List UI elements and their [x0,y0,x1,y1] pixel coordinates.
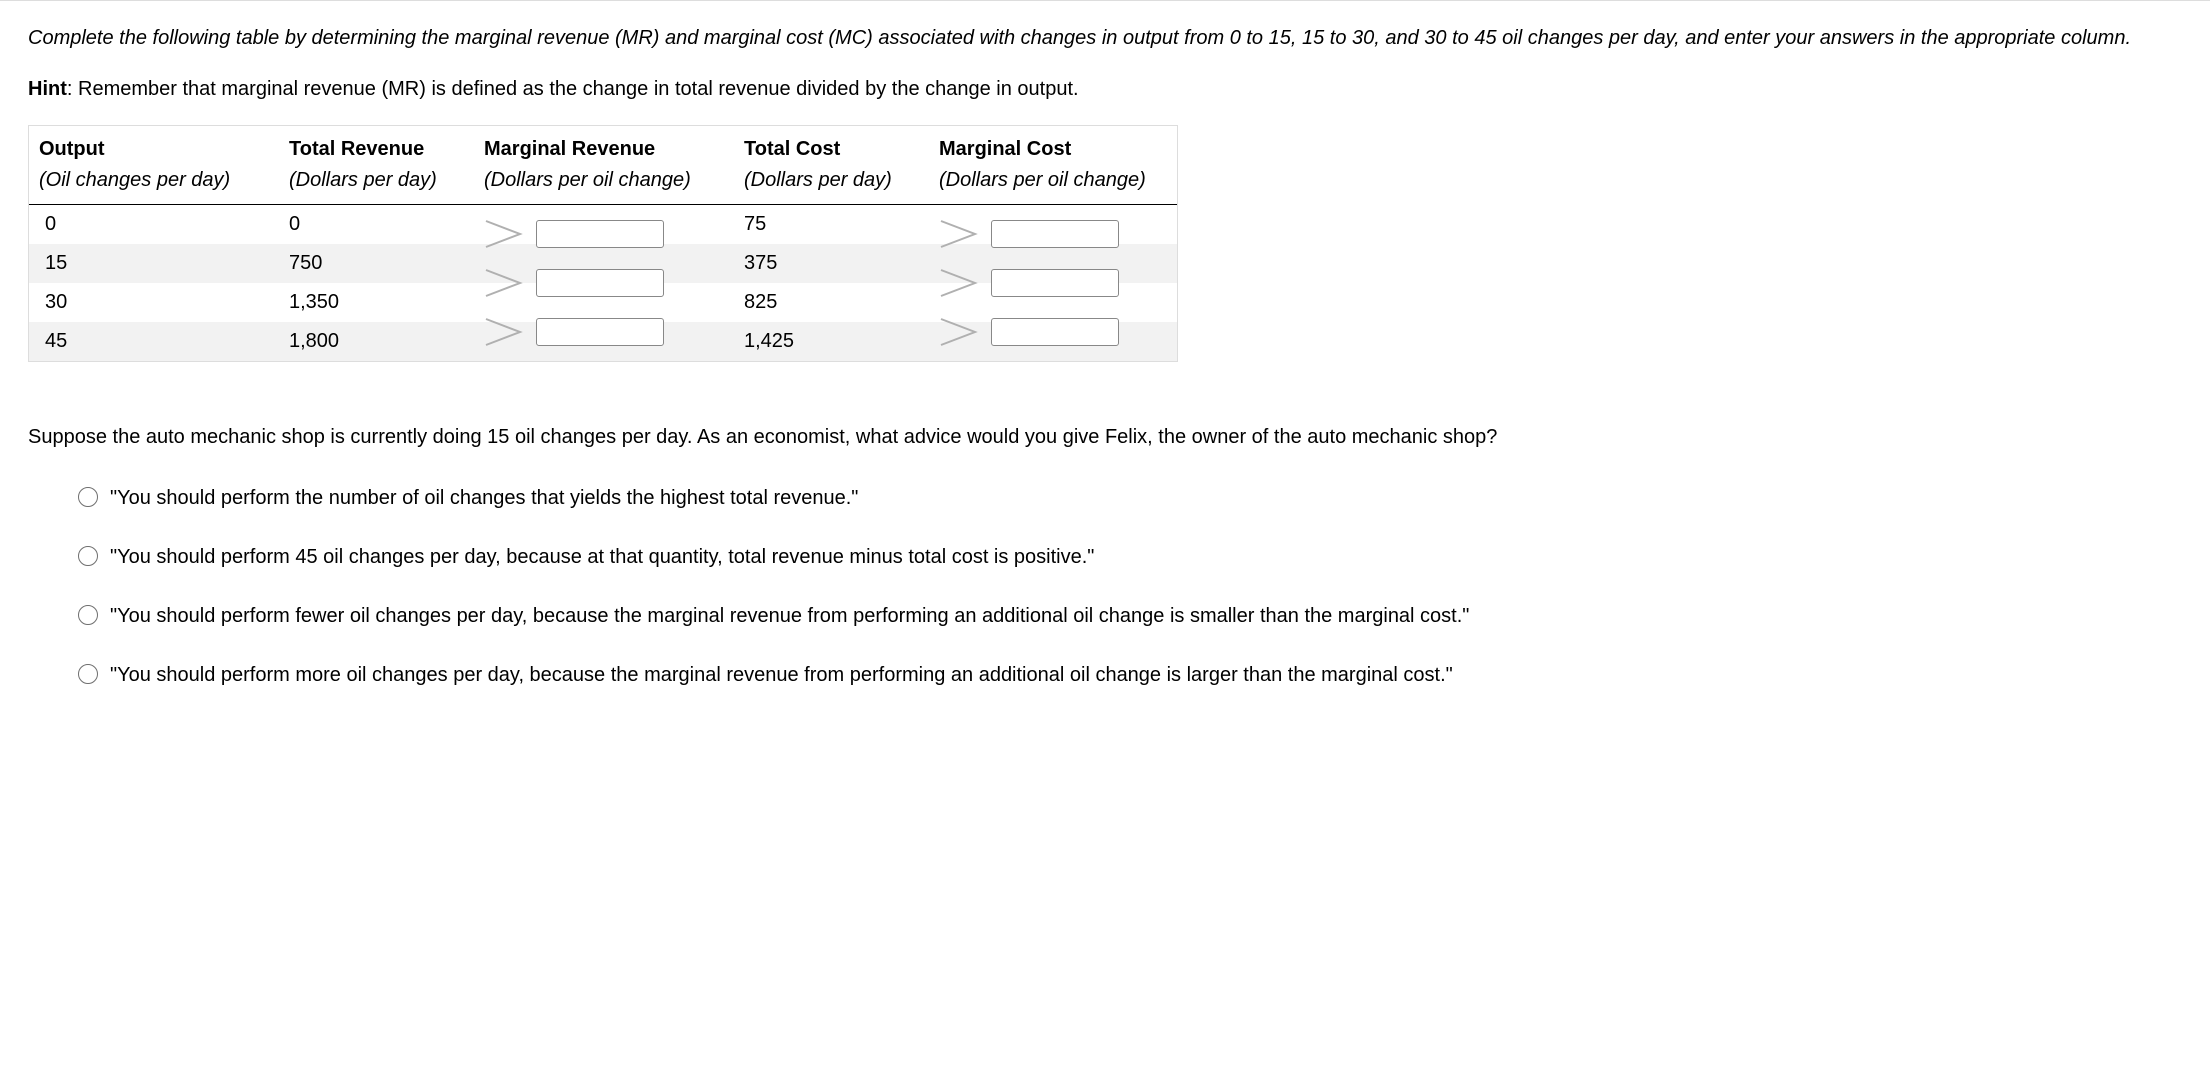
options-group: "You should perform the number of oil ch… [28,483,2182,691]
col-mr-unit: (Dollars per oil change) [484,165,744,196]
col-tc-title: Total Cost [744,134,939,165]
option-label: "You should perform the number of oil ch… [110,483,2182,514]
mr-input-group [484,205,734,361]
mc-input-2[interactable] [991,318,1119,346]
option-1[interactable]: "You should perform 45 oil changes per d… [78,542,2182,573]
cell-tr: 0 [289,209,484,240]
option-2[interactable]: "You should perform fewer oil changes pe… [78,601,2182,632]
mc-input-group [939,205,1179,361]
table-header-row: Output (Oil changes per day) Total Reven… [29,126,1177,205]
cell-tr: 1,350 [289,287,484,318]
col-output-unit: (Oil changes per day) [39,165,289,196]
mr-input-0[interactable] [536,220,664,248]
arrow-right-icon [484,268,528,298]
cell-tr: 1,800 [289,326,484,357]
mr-input-2[interactable] [536,318,664,346]
radio-icon[interactable] [78,605,98,625]
hint-label: Hint [28,78,67,100]
col-mr-title: Marginal Revenue [484,134,744,165]
mr-input-1[interactable] [536,269,664,297]
radio-icon[interactable] [78,546,98,566]
cell-output: 0 [39,209,289,240]
arrow-right-icon [484,219,528,249]
arrow-right-icon [939,317,983,347]
radio-icon[interactable] [78,664,98,684]
col-tr-title: Total Revenue [289,134,484,165]
col-mc-unit: (Dollars per oil change) [939,165,1167,196]
arrow-right-icon [939,268,983,298]
cell-tc: 375 [744,248,939,279]
arrow-right-icon [939,219,983,249]
cell-output: 45 [39,326,289,357]
cell-output: 30 [39,287,289,318]
col-tr-unit: (Dollars per day) [289,165,484,196]
data-table: Output (Oil changes per day) Total Reven… [28,125,1178,362]
cell-tc: 75 [744,209,939,240]
table-body: 0 0 75 15 750 375 30 1,350 825 45 1,800 … [29,205,1177,361]
option-3[interactable]: "You should perform more oil changes per… [78,660,2182,691]
cell-tr: 750 [289,248,484,279]
instructions-text: Complete the following table by determin… [28,23,2182,54]
hint-line: Hint: Remember that marginal revenue (MR… [28,74,2182,105]
cell-tc: 1,425 [744,326,939,357]
col-output-title: Output [39,134,289,165]
cell-tc: 825 [744,287,939,318]
col-tc-unit: (Dollars per day) [744,165,939,196]
option-label: "You should perform 45 oil changes per d… [110,542,2182,573]
hint-text: : Remember that marginal revenue (MR) is… [67,78,1079,100]
arrow-right-icon [484,317,528,347]
option-label: "You should perform more oil changes per… [110,660,2182,691]
mc-input-0[interactable] [991,220,1119,248]
radio-icon[interactable] [78,487,98,507]
option-0[interactable]: "You should perform the number of oil ch… [78,483,2182,514]
question-text: Suppose the auto mechanic shop is curren… [28,422,2182,453]
col-mc-title: Marginal Cost [939,134,1167,165]
mc-input-1[interactable] [991,269,1119,297]
option-label: "You should perform fewer oil changes pe… [110,601,2182,632]
cell-output: 15 [39,248,289,279]
